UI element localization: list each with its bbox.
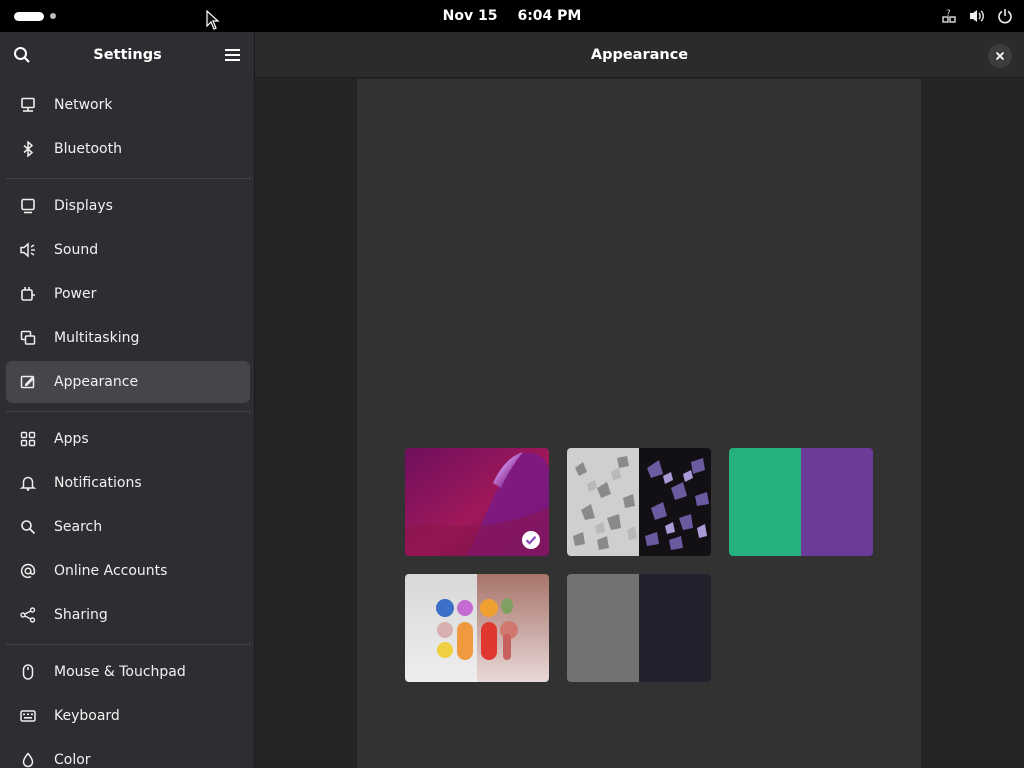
- color-icon: [19, 751, 37, 768]
- sidebar-item-label: Displays: [54, 198, 113, 214]
- accessibility-icon[interactable]: ?: [940, 7, 958, 25]
- sidebar-item-label: Power: [54, 286, 97, 302]
- keyboard-icon: [19, 707, 37, 725]
- wallpaper-light-half: [567, 574, 639, 682]
- sidebar-item-label: Color: [54, 752, 91, 768]
- network-icon: [19, 96, 37, 114]
- sidebar-item-label: Keyboard: [54, 708, 120, 724]
- activities-indicator[interactable]: [14, 10, 56, 22]
- sidebar-item-label: Search: [54, 519, 103, 535]
- clock-time[interactable]: 6:04 PM: [517, 8, 581, 24]
- sidebar-item-label: Notifications: [54, 475, 142, 491]
- sidebar-item-sound[interactable]: Sound: [6, 229, 250, 271]
- sidebar-separator: [6, 411, 251, 412]
- sidebar-item-apps[interactable]: Apps: [6, 418, 250, 460]
- selected-check-icon: [522, 531, 540, 549]
- wallpaper-preview: [567, 448, 711, 556]
- svg-text:?: ?: [946, 9, 951, 19]
- sidebar-item-mouse-touchpad[interactable]: Mouse & Touchpad: [6, 651, 250, 693]
- power-icon[interactable]: [996, 7, 1014, 25]
- wallpaper-thumbnail-green-purple[interactable]: [729, 448, 873, 556]
- wallpaper-thumbnail-crystals[interactable]: [567, 448, 711, 556]
- main-header: Appearance: [255, 32, 1024, 78]
- sidebar-item-label: Multitasking: [54, 330, 140, 346]
- mouse-icon: [19, 663, 37, 681]
- at-sign-icon: [19, 562, 37, 580]
- system-tray[interactable]: ?: [940, 0, 1014, 32]
- sidebar-item-label: Network: [54, 97, 113, 113]
- sidebar-header: Settings: [0, 32, 254, 78]
- close-button[interactable]: [988, 44, 1012, 68]
- clock: Nov 15 6:04 PM: [0, 0, 1024, 32]
- sound-icon: [19, 241, 37, 259]
- sidebar-item-label: Appearance: [54, 374, 139, 390]
- close-icon: [995, 51, 1005, 61]
- wallpaper-thumbnail-pills[interactable]: [405, 574, 549, 682]
- search-icon: [19, 518, 37, 536]
- sidebar-separator: [6, 644, 251, 645]
- clock-date[interactable]: Nov 15: [443, 8, 498, 24]
- sidebar-item-displays[interactable]: Displays: [6, 185, 250, 227]
- sidebar-item-online-accounts[interactable]: Online Accounts: [6, 550, 250, 592]
- bell-icon: [19, 474, 37, 492]
- share-icon: [19, 606, 37, 624]
- appearance-icon: [19, 373, 37, 391]
- wallpaper-thumbnail-purple-wave[interactable]: [405, 448, 549, 556]
- sidebar: Settings Network Bluetooth Displays Soun…: [0, 32, 255, 768]
- volume-icon[interactable]: [968, 7, 986, 25]
- sidebar-item-label: Bluetooth: [54, 141, 122, 157]
- display-icon: [19, 197, 37, 215]
- hamburger-menu-icon[interactable]: [222, 45, 244, 65]
- sidebar-item-label: Sharing: [54, 607, 108, 623]
- sidebar-item-color[interactable]: Color: [6, 739, 250, 768]
- sidebar-separator: [6, 178, 251, 179]
- sidebar-item-search[interactable]: Search: [6, 506, 250, 548]
- sidebar-item-bluetooth[interactable]: Bluetooth: [6, 128, 250, 170]
- sidebar-item-power[interactable]: Power: [6, 273, 250, 315]
- mouse-cursor-icon: [206, 10, 220, 30]
- wallpaper-dark-half: [639, 574, 711, 682]
- top-bar: Nov 15 6:04 PM ?: [0, 0, 1024, 32]
- sidebar-item-label: Apps: [54, 431, 89, 447]
- sidebar-item-label: Mouse & Touchpad: [54, 664, 186, 680]
- workspace-pill: [14, 11, 44, 21]
- sidebar-title: Settings: [93, 47, 162, 63]
- workspace-dot: [50, 13, 56, 19]
- sidebar-item-sharing[interactable]: Sharing: [6, 594, 250, 636]
- power-plug-icon: [19, 285, 37, 303]
- sidebar-item-appearance[interactable]: Appearance: [6, 361, 250, 403]
- main-pane: Appearance: [255, 32, 1024, 768]
- sidebar-item-label: Online Accounts: [54, 563, 168, 579]
- apps-grid-icon: [19, 430, 37, 448]
- bluetooth-icon: [19, 140, 37, 158]
- multitasking-icon: [19, 329, 37, 347]
- wallpaper-thumbnail-gray-dark[interactable]: [567, 574, 711, 682]
- sidebar-item-multitasking[interactable]: Multitasking: [6, 317, 250, 359]
- page-title: Appearance: [590, 47, 689, 63]
- sidebar-item-label: Sound: [54, 242, 99, 258]
- wallpaper-dark-half: [801, 448, 873, 556]
- sidebar-item-keyboard[interactable]: Keyboard: [6, 695, 250, 737]
- sidebar-item-notifications[interactable]: Notifications: [6, 462, 250, 504]
- wallpaper-preview: [405, 574, 549, 682]
- wallpaper-light-half: [729, 448, 801, 556]
- appearance-content: [357, 79, 921, 768]
- sidebar-item-network[interactable]: Network: [6, 84, 250, 126]
